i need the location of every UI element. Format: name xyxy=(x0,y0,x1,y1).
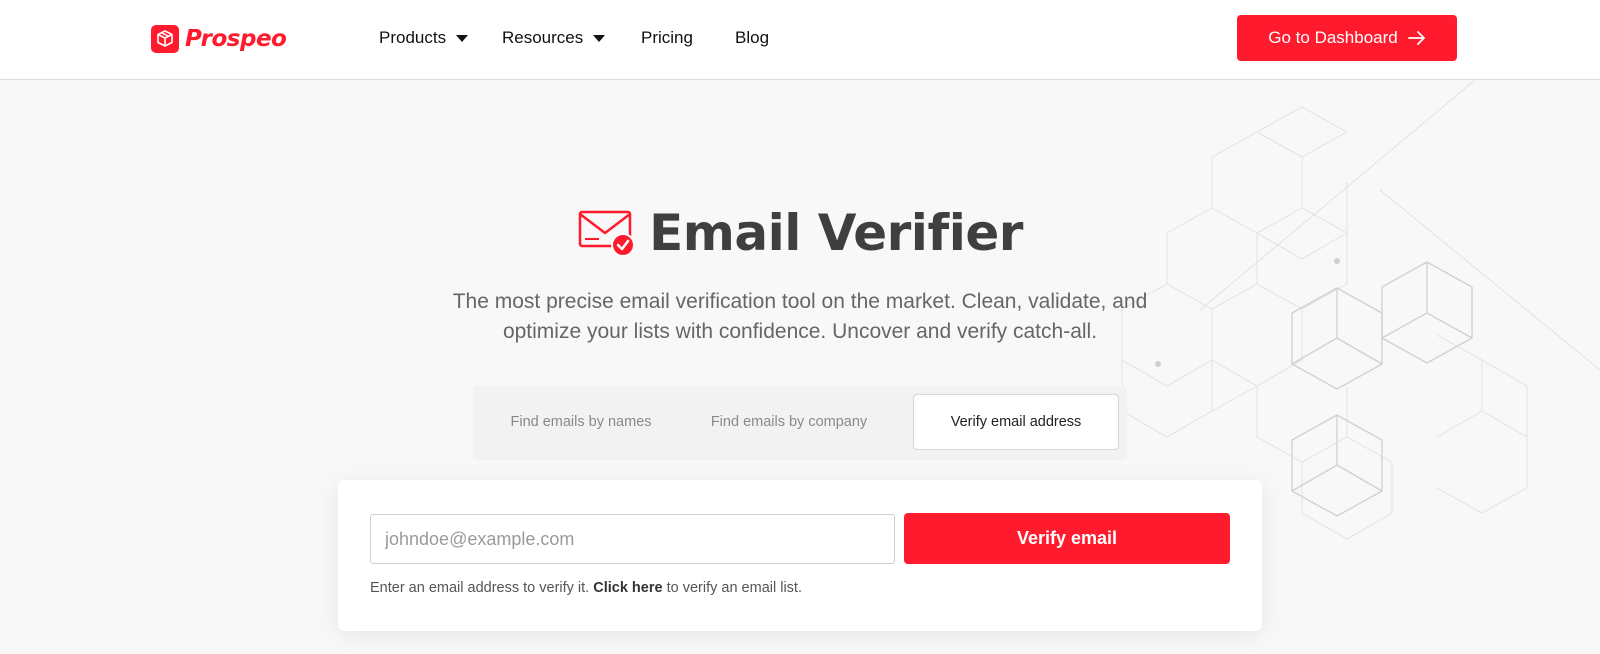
email-input[interactable] xyxy=(370,514,895,564)
verify-email-button[interactable]: Verify email xyxy=(904,513,1230,564)
hint-text: Enter an email address to verify it. xyxy=(370,580,590,596)
hero-title-row: Email Verifier xyxy=(0,202,1600,264)
tab-find-by-names[interactable]: Find emails by names xyxy=(481,394,681,450)
caret-down-icon xyxy=(456,34,469,42)
tab-verify-email[interactable]: Verify email address xyxy=(913,394,1119,450)
nav-item-pricing[interactable]: Pricing xyxy=(641,28,693,48)
page-title: Email Verifier xyxy=(649,204,1023,262)
verify-form-card: Verify email Enter an email address to v… xyxy=(338,480,1262,631)
arrow-right-icon xyxy=(1407,31,1425,45)
form-hint: Enter an email address to verify it. Cli… xyxy=(370,580,802,596)
box-icon xyxy=(151,25,179,53)
nav-item-resources[interactable]: Resources xyxy=(502,28,606,48)
subtitle-line: optimize your lists with confidence. Unc… xyxy=(502,320,1098,343)
go-to-dashboard-button[interactable]: Go to Dashboard xyxy=(1237,15,1457,61)
nav-item-products[interactable]: Products xyxy=(379,28,469,48)
envelope-check-icon xyxy=(578,210,636,257)
nav-item-label: Products xyxy=(379,28,447,47)
nav-item-blog[interactable]: Blog xyxy=(735,28,769,48)
top-navbar: Prospeo Products Resources Pricing Blog … xyxy=(0,0,1600,80)
nav-item-label: Pricing xyxy=(641,28,693,47)
go-to-dashboard-label: Go to Dashboard xyxy=(1268,28,1398,47)
nav-item-label: Resources xyxy=(502,28,584,47)
search-mode-tabs: Find emails by names Find emails by comp… xyxy=(473,386,1127,460)
hero-subtitle: The most precise email verification tool… xyxy=(0,287,1600,347)
caret-down-icon xyxy=(593,34,606,42)
tab-find-by-company[interactable]: Find emails by company xyxy=(689,394,889,450)
hint-text: to verify an email list. xyxy=(666,580,802,596)
prospeo-logo[interactable]: Prospeo xyxy=(151,24,287,54)
subtitle-line: The most precise email verification tool… xyxy=(452,290,1148,313)
verify-list-link[interactable]: Click here xyxy=(593,580,662,596)
logo-text: Prospeo xyxy=(185,26,287,52)
nav-item-label: Blog xyxy=(735,28,770,47)
